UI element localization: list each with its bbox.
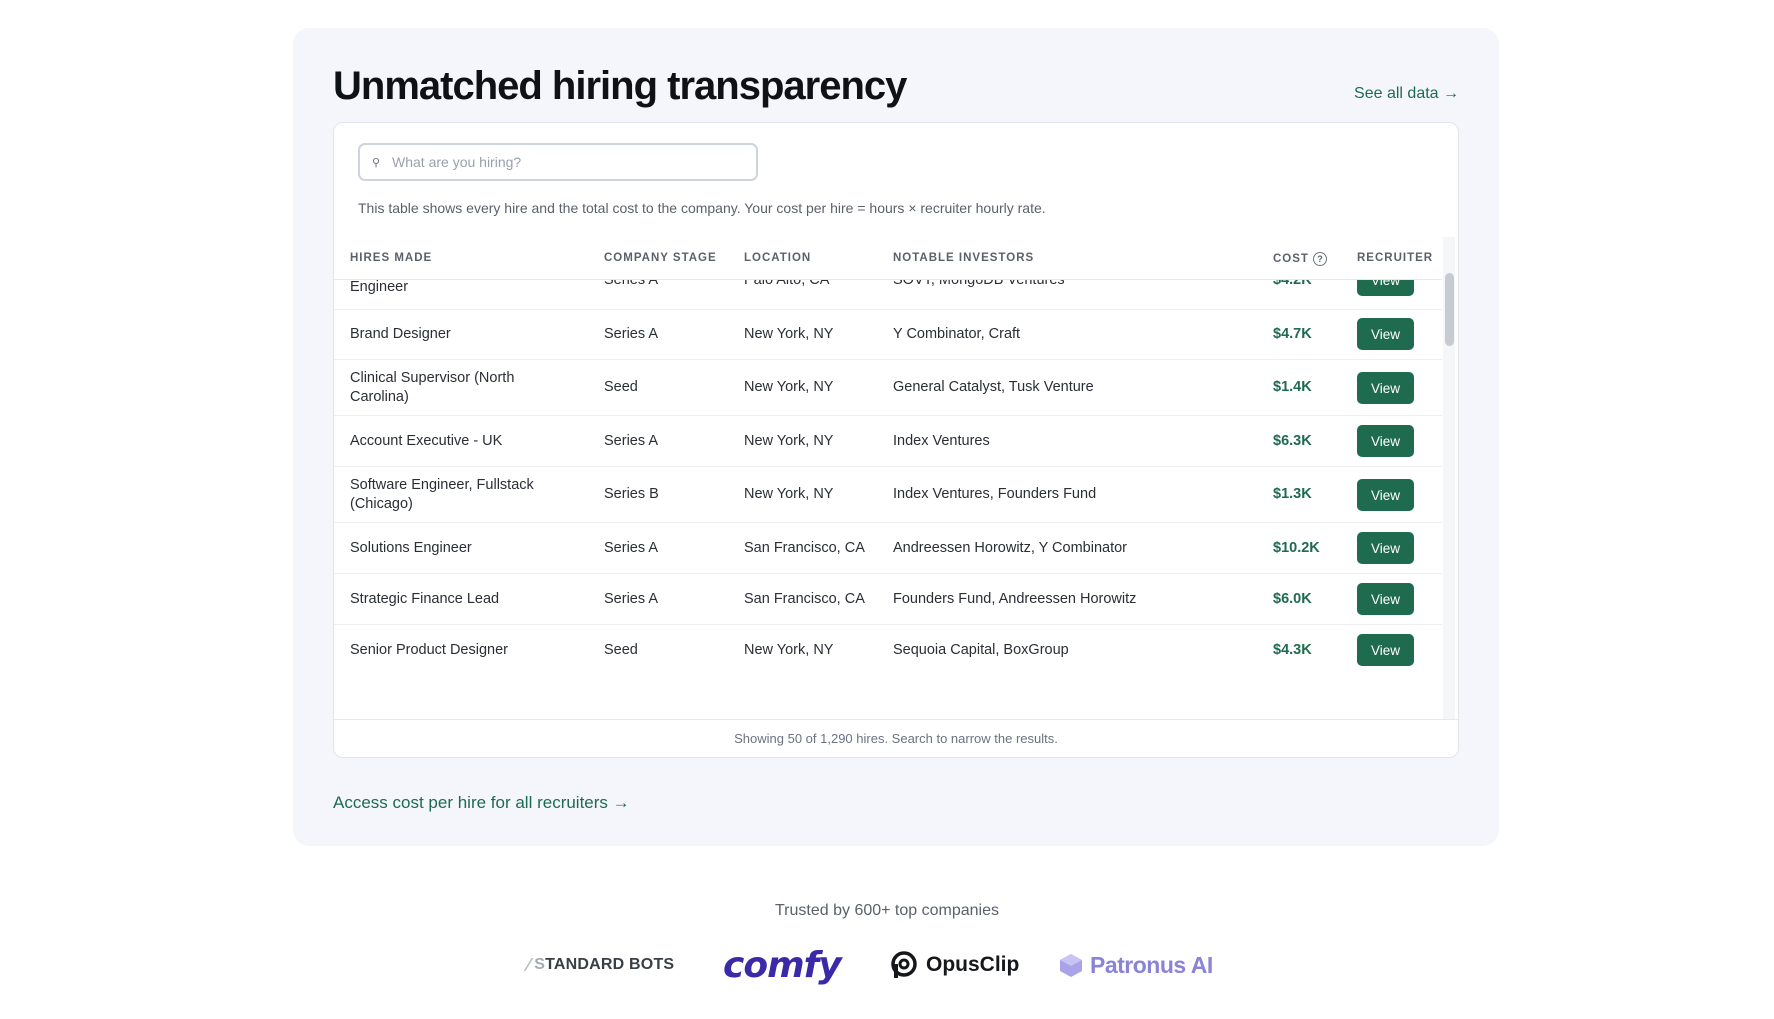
cell-stage: Series A [604, 280, 658, 288]
cell-investors: SOVT, MongoDB Ventures [893, 280, 1065, 288]
cell-cost: $4.7K [1273, 325, 1312, 342]
table-row: Brand Designer Series A New York, NY Y C… [334, 309, 1442, 360]
view-button[interactable]: View [1357, 318, 1414, 350]
opusclip-logo: OpusClip [890, 940, 1019, 990]
cell-stage: Seed [604, 641, 638, 658]
column-header-stage: COMPANY STAGE [604, 252, 717, 264]
cell-cost: $1.3K [1273, 486, 1312, 502]
table-footer-note: Showing 50 of 1,290 hires. Search to nar… [334, 719, 1458, 757]
comfy-logo: comfy [723, 944, 842, 986]
cell-cost: $6.0K [1273, 590, 1312, 607]
cell-investors: Founders Fund, Andreessen Horowitz [893, 590, 1137, 607]
table-row: Strategic Finance Lead Series A San Fran… [334, 574, 1442, 625]
cell-role: Brand Designer [350, 325, 451, 342]
view-button[interactable]: View [1357, 280, 1414, 296]
table-description: This table shows every hire and the tota… [358, 200, 1046, 216]
cell-role: Clinical Supervisor (North Carolina) [350, 369, 515, 405]
cell-location: San Francisco, CA [744, 539, 865, 556]
cell-location: New York, NY [744, 379, 834, 395]
table-row: Software Engineer, Fullstack (Chicago) S… [334, 467, 1442, 523]
cell-cost: $4.3K [1273, 641, 1312, 658]
view-button[interactable]: View [1357, 583, 1414, 615]
table-row: Senior Product Designer Seed New York, N… [334, 625, 1442, 675]
cell-stage: Series A [604, 590, 658, 607]
standard-bots-wordmark: STANDARD BOTS [534, 956, 675, 973]
view-button[interactable]: View [1357, 634, 1414, 666]
search-icon: ⚲ [372, 156, 381, 169]
section-title: Unmatched hiring transparency [333, 64, 907, 108]
cell-role: Strategic Finance Lead [350, 590, 500, 607]
cell-cost: $6.3K [1273, 432, 1312, 449]
cell-cost: $1.4K [1273, 379, 1312, 395]
search-box[interactable]: ⚲ [358, 143, 758, 181]
scrollbar-thumb[interactable] [1445, 273, 1454, 346]
patronus-wordmark: Patronus AI [1090, 951, 1213, 978]
cell-stage: Series A [604, 325, 658, 342]
cell-location: New York, NY [744, 641, 834, 658]
table-body[interactable]: Engineer Series A Palo Alto, CA SOVT, Mo… [334, 280, 1442, 719]
cell-role: Software Engineer, Fullstack (Chicago) [350, 476, 534, 512]
company-logos: ⁄ STANDARD BOTS comfy OpusClip Patronus … [0, 940, 1774, 990]
cell-role: Account Executive - UK [350, 432, 503, 449]
hiring-transparency-section: Unmatched hiring transparency See all da… [293, 28, 1499, 846]
patronus-mark-icon [1060, 954, 1082, 977]
view-button[interactable]: View [1357, 479, 1414, 511]
column-header-recruiter: RECRUITER [1357, 252, 1434, 264]
opusclip-mark-icon [891, 951, 917, 978]
cell-role: Senior Product Designer [350, 641, 508, 658]
cell-cost: $4.2K [1273, 280, 1312, 288]
column-header-hires: HIRES MADE [350, 252, 433, 264]
table-row: Clinical Supervisor (North Carolina) See… [334, 360, 1442, 416]
cell-location: New York, NY [744, 325, 834, 342]
column-header-cost-label: COST [1273, 253, 1309, 266]
patronus-ai-logo: Patronus AI [1058, 940, 1213, 990]
cell-stage: Series B [604, 486, 659, 502]
view-button[interactable]: View [1357, 532, 1414, 564]
help-icon[interactable]: ? [1312, 252, 1327, 266]
access-cost-link[interactable]: Access cost per hire for all recruiters … [333, 793, 630, 813]
cell-stage: Series A [604, 432, 658, 449]
table-row: Solutions Engineer Series A San Francisc… [334, 523, 1442, 574]
cell-location: New York, NY [744, 486, 834, 502]
cell-investors: Index Ventures [893, 432, 990, 449]
cell-stage: Seed [604, 379, 638, 395]
table-scrollbar[interactable] [1443, 237, 1455, 719]
search-input[interactable] [390, 153, 734, 171]
table-row: Account Executive - UK Series A New York… [334, 416, 1442, 467]
cell-stage: Series A [604, 539, 658, 556]
cell-investors: Andreessen Horowitz, Y Combinator [893, 539, 1127, 556]
cell-cost: $10.2K [1273, 539, 1320, 556]
cell-location: New York, NY [744, 432, 834, 449]
column-header-location: LOCATION [744, 252, 812, 264]
opusclip-wordmark: OpusClip [926, 953, 1020, 976]
table-header: HIRES MADE COMPANY STAGE LOCATION NOTABL… [334, 237, 1442, 280]
cell-role: Engineer [350, 280, 409, 295]
view-button[interactable]: View [1357, 372, 1414, 404]
cell-investors: General Catalyst, Tusk Venture [893, 379, 1094, 395]
standard-bots-mark-icon: ⁄ [527, 954, 531, 975]
trusted-by-text: Trusted by 600+ top companies [775, 902, 999, 919]
cell-investors: Sequoia Capital, BoxGroup [893, 641, 1069, 658]
cell-investors: Index Ventures, Founders Fund [893, 486, 1097, 502]
table-row: Engineer Series A Palo Alto, CA SOVT, Mo… [334, 280, 1442, 310]
column-header-cost: COST? [1273, 252, 1327, 266]
hires-table-panel: ⚲ This table shows every hire and the to… [333, 122, 1459, 758]
cell-location: Palo Alto, CA [744, 280, 830, 288]
column-header-investors: NOTABLE INVESTORS [893, 252, 1035, 264]
cell-location: San Francisco, CA [744, 590, 865, 607]
see-all-data-link[interactable]: See all data → [1354, 85, 1459, 103]
cell-role: Solutions Engineer [350, 539, 472, 556]
standard-bots-logo: ⁄ STANDARD BOTS [527, 940, 674, 990]
view-button[interactable]: View [1357, 425, 1414, 457]
cell-investors: Y Combinator, Craft [893, 325, 1021, 342]
